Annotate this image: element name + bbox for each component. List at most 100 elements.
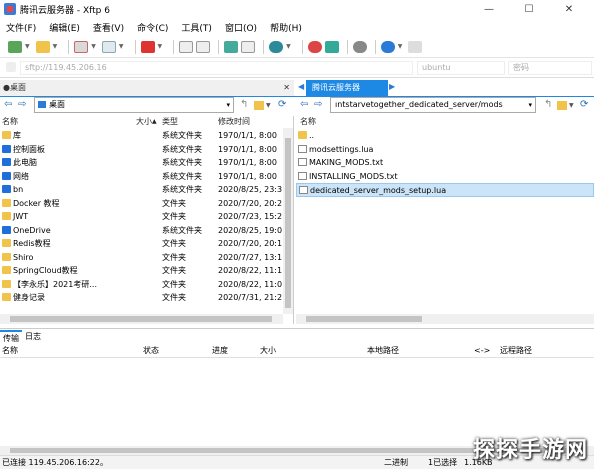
table-row[interactable]: INSTALLING_MODS.txt (296, 170, 594, 184)
transfer-col-local-path[interactable]: 本地路径 (367, 344, 399, 358)
new-folder-icon[interactable] (254, 101, 264, 110)
local-path-input[interactable]: 桌面 ▾ (34, 97, 234, 113)
transfer-col-direction[interactable]: <-> (474, 344, 490, 358)
forward-icon[interactable]: ⇨ (18, 99, 26, 110)
disconnect-icon[interactable] (101, 40, 116, 53)
table-row[interactable]: 控制面板 系统文件夹 1970/1/1, 8:00 (0, 143, 283, 157)
remote-path-input[interactable]: ıntstarvetogether_dedicated_server/mods … (330, 97, 536, 113)
scrollbar-thumb[interactable] (285, 138, 291, 308)
new-folder-icon[interactable] (557, 101, 567, 110)
close-tab-icon[interactable]: ✕ (283, 80, 290, 96)
close-button[interactable]: ✕ (554, 0, 584, 18)
table-row[interactable]: modsettings.lua (296, 143, 594, 157)
tab-remote-server[interactable]: 腾讯云服务器 (306, 80, 388, 96)
globe-icon[interactable] (269, 40, 284, 53)
file-type: 系统文件夹 (162, 158, 202, 167)
table-row[interactable]: JWT 文件夹 2020/7/23, 15:2 (0, 210, 283, 224)
file-name: OneDrive (13, 225, 51, 235)
maximize-button[interactable]: ☐ (514, 0, 544, 18)
transfer-col-remote-path[interactable]: 远程路径 (500, 344, 532, 358)
table-row[interactable]: OneDrive 系统文件夹 2020/8/25, 19:0 (0, 224, 283, 238)
table-row[interactable]: 网络 系统文件夹 1970/1/1, 8:00 (0, 170, 283, 184)
minimize-button[interactable]: — (474, 0, 504, 18)
file-icon (298, 144, 307, 153)
file-name: 库 (13, 131, 21, 140)
scrollbar-thumb[interactable] (306, 316, 422, 322)
transfer-col-progress[interactable]: 进度 (212, 344, 228, 358)
password-input[interactable]: 密码 (508, 61, 592, 75)
xshell-icon[interactable] (307, 40, 322, 53)
menu-window[interactable]: 窗口(O) (225, 21, 257, 34)
file-name: 网络 (13, 171, 29, 181)
chevron-down-icon[interactable]: ▼ (266, 102, 271, 109)
table-row[interactable]: 【李永乐】2021考研... 文件夹 2020/8/22, 11:0 (0, 278, 283, 292)
back-icon[interactable]: ⇦ (300, 99, 308, 110)
terminal-icon[interactable] (324, 40, 339, 53)
address-icon (6, 62, 16, 72)
remote-hscrollbar[interactable] (296, 314, 594, 324)
username-input[interactable]: ubuntu (417, 61, 505, 75)
transfer-col-name[interactable]: 名称 (2, 344, 18, 358)
table-row[interactable]: dedicated_server_mods_setup.lua (296, 183, 594, 197)
menu-file[interactable]: 文件(F) (6, 21, 36, 34)
menu-tools[interactable]: 工具(T) (181, 21, 212, 34)
title-bar: 腾讯云服务器 - Xftp 6 (0, 0, 594, 18)
help-icon[interactable] (380, 40, 395, 53)
tab-transfer[interactable]: 传输 (0, 330, 22, 344)
table-row[interactable]: 健身记录 文件夹 2020/7/31, 21:2 (0, 291, 283, 305)
back-icon[interactable]: ⇦ (4, 99, 12, 110)
menu-help[interactable]: 帮助(H) (270, 21, 302, 34)
xftp-app-icon (4, 3, 16, 15)
file-modified: 2020/8/22, 11:1 (218, 266, 283, 275)
forward-icon[interactable]: ⇨ (314, 99, 322, 110)
copy-icon[interactable] (179, 40, 194, 53)
col-size-header[interactable]: 大小 (136, 116, 152, 128)
table-row[interactable]: Redis教程 文件夹 2020/7/20, 20:1 (0, 237, 283, 251)
file-icon (298, 171, 307, 180)
scrollbar-thumb[interactable] (10, 316, 272, 322)
transfer-col-status[interactable]: 状态 (143, 344, 159, 358)
tab-local-desktop[interactable]: ● 桌面 ✕ (0, 80, 294, 96)
col-name-header[interactable]: 名称 (300, 116, 316, 128)
menu-command[interactable]: 命令(C) (137, 21, 168, 34)
table-row[interactable]: 库 系统文件夹 1970/1/1, 8:00 (0, 129, 283, 143)
table-row[interactable]: .. (296, 129, 594, 143)
col-modified-header[interactable]: 修改时间 (218, 116, 250, 128)
local-scrollbar[interactable] (283, 128, 293, 314)
up-folder-icon[interactable]: ↰ (544, 99, 552, 110)
table-row[interactable]: Docker 教程 文件夹 2020/7/20, 20:2 (0, 197, 283, 211)
col-name-header[interactable]: 名称 (2, 116, 18, 128)
chevron-down-icon[interactable]: ▾ (528, 98, 532, 112)
chat-icon[interactable] (408, 40, 423, 53)
refresh-icon[interactable]: ⟳ (278, 99, 286, 110)
up-folder-icon[interactable]: ↰ (240, 99, 248, 110)
local-hscrollbar[interactable] (0, 314, 283, 324)
transfer-col-size[interactable]: 大小 (260, 344, 276, 358)
table-row[interactable]: Shiro 文件夹 2020/7/27, 13:1 (0, 251, 283, 265)
menu-view[interactable]: 查看(V) (93, 21, 124, 34)
open-folder-icon[interactable] (35, 40, 50, 53)
file-modified: 1970/1/1, 8:00 (218, 158, 277, 167)
sync-icon[interactable] (224, 40, 239, 53)
gear-icon[interactable] (352, 40, 367, 53)
tab-log[interactable]: 日志 (22, 330, 44, 344)
table-row[interactable]: 此电脑 系统文件夹 1970/1/1, 8:00 (0, 156, 283, 170)
table-row[interactable]: MAKING_MODS.txt (296, 156, 594, 170)
tab-nav-icon[interactable]: ▶ (389, 82, 397, 91)
connect-icon[interactable] (74, 40, 89, 53)
new-session-icon[interactable] (8, 40, 22, 53)
file-name: Shiro (13, 252, 34, 262)
table-row[interactable]: bn 系统文件夹 2020/8/25, 23:3 (0, 183, 283, 197)
paste-icon[interactable] (196, 40, 211, 53)
col-type-header[interactable]: 类型 (162, 116, 178, 128)
tab-nav-icon[interactable]: ◀ (298, 82, 306, 91)
chevron-down-icon[interactable]: ▼ (569, 102, 574, 109)
transfer-icon[interactable] (140, 40, 155, 53)
table-row[interactable]: SpringCloud教程 文件夹 2020/8/22, 11:1 (0, 264, 283, 278)
chevron-down-icon[interactable]: ▾ (226, 98, 230, 112)
properties-icon[interactable] (241, 40, 256, 53)
refresh-icon[interactable]: ⟳ (580, 99, 588, 110)
menu-edit[interactable]: 编辑(E) (49, 21, 80, 34)
file-modified: 2020/8/22, 11:0 (218, 279, 283, 289)
host-input[interactable]: sftp://119.45.206.16 (20, 61, 413, 75)
